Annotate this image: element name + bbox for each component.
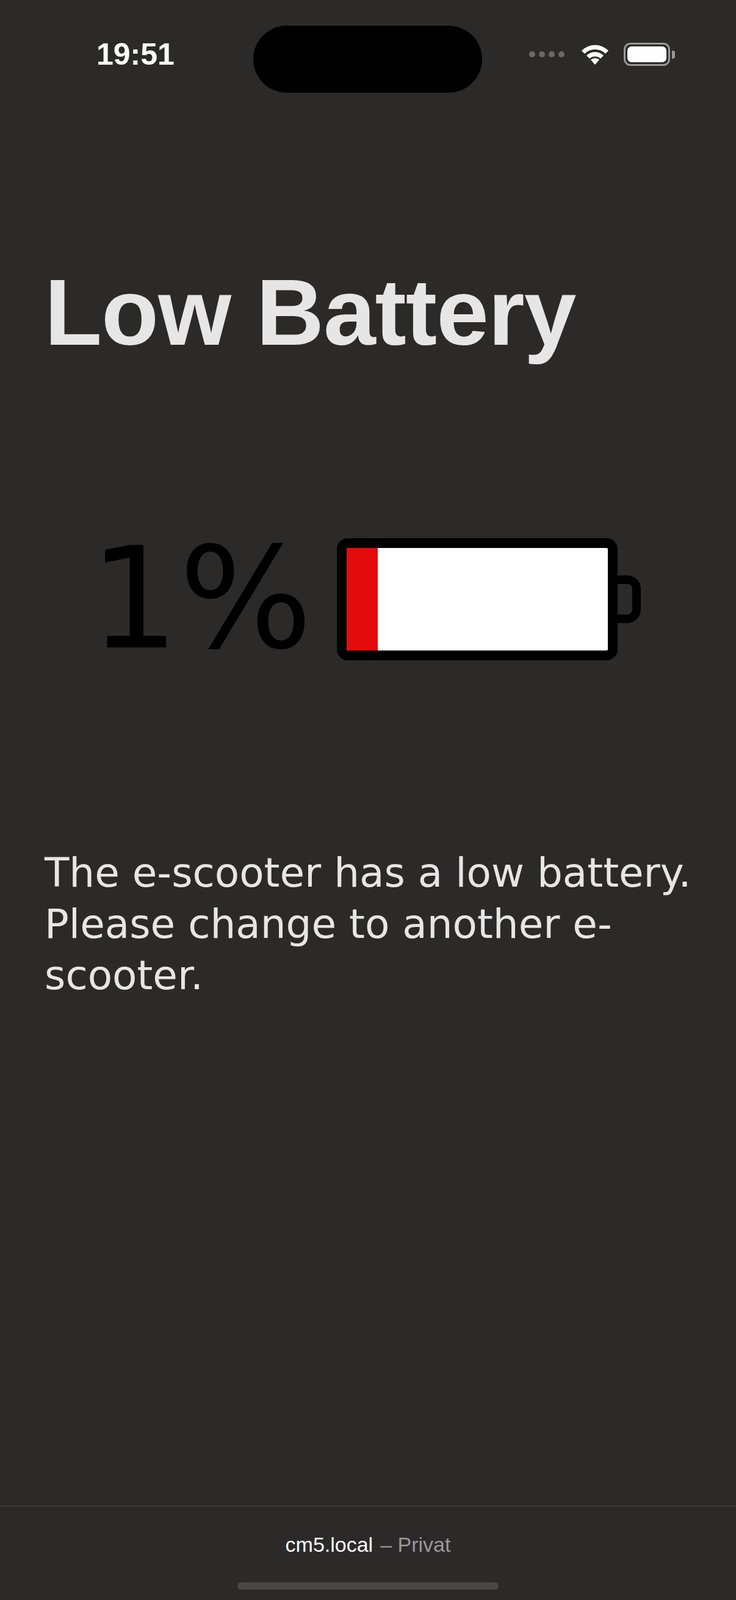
status-battery-icon	[623, 42, 675, 66]
clock: 19:51	[91, 39, 175, 70]
browser-footer: cm5.local – Privat	[0, 1505, 736, 1600]
message: The e-scooter has a low battery. Please …	[44, 847, 692, 1002]
battery-track	[336, 538, 618, 661]
host: cm5.local	[285, 1531, 374, 1559]
battery-fill	[346, 548, 378, 651]
battery-drawing-icon	[336, 538, 641, 661]
host-label: cm5.local – Privat	[285, 1531, 451, 1559]
screen: 19:51 Low Battery 1%	[0, 0, 736, 1600]
privacy-mode: – Privat	[380, 1531, 451, 1559]
status-battery-cap	[671, 50, 675, 59]
content: Low Battery 1% The e-scooter has a low b…	[0, 115, 736, 1002]
status-icons	[528, 42, 675, 66]
dynamic-island	[253, 25, 483, 93]
status-battery-track	[623, 42, 671, 66]
cellular-signal-icon	[528, 50, 567, 59]
wifi-icon	[579, 42, 611, 66]
battery-terminal	[617, 575, 641, 624]
battery-percent: 1%	[89, 529, 313, 670]
status-bar: 19:51	[0, 0, 736, 116]
page-title: Low Battery	[44, 265, 692, 360]
status-battery-fill	[627, 46, 667, 63]
home-indicator[interactable]	[237, 1582, 499, 1590]
battery-illustration: 1%	[89, 533, 692, 665]
